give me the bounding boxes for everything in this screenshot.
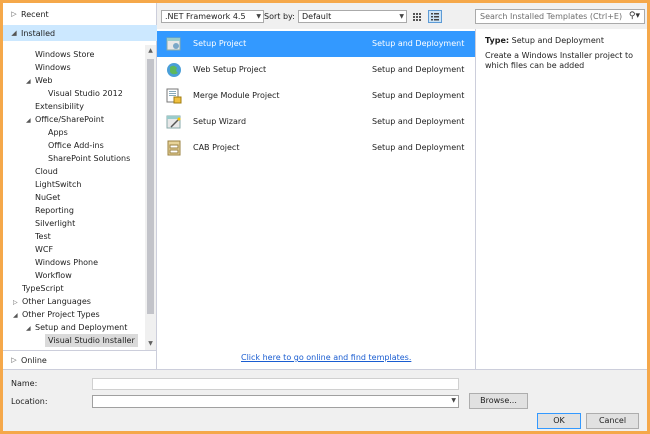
tree-item-typescript[interactable]: TypeScript	[22, 282, 64, 295]
template-item-setup-wizard[interactable]: Setup Wizard Setup and Deployment	[157, 109, 475, 135]
divider	[3, 350, 157, 351]
template-item-merge-module-project[interactable]: Merge Module Project Setup and Deploymen…	[157, 83, 475, 109]
location-select[interactable]: ▼	[92, 395, 459, 408]
tree-item-web[interactable]: ◢ Web	[26, 74, 52, 87]
template-item-cab-project[interactable]: CAB Project Setup and Deployment	[157, 135, 475, 161]
dropdown-arrow-icon: ▼	[256, 13, 261, 20]
search-icon[interactable]: ⚲▾	[629, 10, 640, 23]
section-recent-label: Recent	[21, 9, 49, 19]
new-project-dialog: ▷ Recent ◢ Installed Windows Store Windo…	[3, 3, 647, 431]
setup-project-icon	[166, 37, 181, 51]
tree-item-silverlight[interactable]: Silverlight	[35, 217, 75, 230]
template-toolbar: .NET Framework 4.5 ▼ Sort by: Default ▼ …	[157, 3, 647, 29]
tree-item-extensibility[interactable]: Extensibility	[35, 100, 84, 113]
type-value: Setup and Deployment	[511, 36, 604, 45]
template-tree-pane: ▷ Recent ◢ Installed Windows Store Windo…	[3, 3, 157, 369]
tree-item-other-project-types[interactable]: ◢ Other Project Types	[13, 308, 100, 321]
expand-arrow-icon[interactable]: ▷	[9, 356, 19, 364]
section-installed[interactable]: ◢ Installed	[3, 25, 157, 41]
template-description-text: Create a Windows Installer project to wh…	[485, 51, 633, 70]
framework-select[interactable]: .NET Framework 4.5 ▼	[161, 10, 264, 23]
tree-item-windows-phone[interactable]: Windows Phone	[35, 256, 98, 269]
tree-item-setup-and-deployment[interactable]: ◢ Setup and Deployment	[26, 321, 127, 334]
small-icons-view-button[interactable]	[410, 10, 424, 23]
template-description-pane: Type: Setup and Deployment Create a Wind…	[475, 29, 647, 369]
framework-select-value: .NET Framework 4.5	[165, 12, 246, 21]
tree-item-wcf[interactable]: WCF	[35, 243, 53, 256]
template-category: Setup and Deployment	[372, 117, 465, 126]
template-name: Setup Wizard	[193, 117, 247, 126]
tree-item-test[interactable]: Test	[35, 230, 51, 243]
name-label: Name:	[11, 379, 38, 388]
cancel-button[interactable]: Cancel	[586, 413, 639, 429]
find-online-templates-link[interactable]: Click here to go online and find templat…	[241, 353, 411, 362]
search-templates-input[interactable]: Search Installed Templates (Ctrl+E) ⚲▾	[475, 9, 645, 24]
project-form: Name: Location: ▼ Browse... OK Cancel	[3, 369, 647, 431]
cab-project-icon	[167, 140, 181, 156]
tree-item-windows-store[interactable]: Windows Store	[35, 48, 94, 61]
template-name: Merge Module Project	[193, 91, 280, 100]
section-online-label: Online	[21, 355, 47, 365]
list-view-icon	[431, 13, 439, 21]
template-item-setup-project[interactable]: Setup Project Setup and Deployment	[157, 31, 475, 57]
template-type: Type: Setup and Deployment	[485, 36, 604, 45]
section-recent[interactable]: ▷ Recent	[3, 6, 157, 22]
tree-item-other-languages[interactable]: ▷ Other Languages	[13, 295, 91, 308]
tree-item-workflow[interactable]: Workflow	[35, 269, 72, 282]
scrollbar-thumb[interactable]	[147, 59, 154, 314]
merge-module-icon	[166, 88, 182, 104]
details-view-button[interactable]	[428, 10, 442, 23]
sort-by-label: Sort by:	[264, 12, 295, 21]
ok-button[interactable]: OK	[537, 413, 581, 429]
tree-item-sharepoint-solutions[interactable]: SharePoint Solutions	[48, 152, 130, 165]
template-name: Web Setup Project	[193, 65, 267, 74]
web-setup-icon	[167, 63, 181, 77]
collapse-arrow-icon[interactable]: ◢	[26, 114, 35, 127]
dropdown-arrow-icon: ▼	[451, 397, 456, 404]
section-online[interactable]: ▷ Online	[3, 352, 157, 368]
tree-item-nuget[interactable]: NuGet	[35, 191, 60, 204]
tree-item-cloud[interactable]: Cloud	[35, 165, 58, 178]
tree-item-windows[interactable]: Windows	[35, 61, 71, 74]
collapse-arrow-icon[interactable]: ◢	[9, 29, 19, 37]
sort-select-value: Default	[302, 12, 332, 21]
search-placeholder: Search Installed Templates (Ctrl+E)	[480, 12, 623, 21]
tree-item-office-add-ins[interactable]: Office Add-ins	[48, 139, 104, 152]
collapse-arrow-icon[interactable]: ◢	[26, 75, 35, 88]
browse-button[interactable]: Browse...	[469, 393, 528, 409]
location-label: Location:	[11, 397, 48, 406]
collapse-arrow-icon[interactable]: ◢	[26, 322, 35, 335]
collapse-arrow-icon[interactable]: ◢	[13, 309, 22, 322]
template-name: Setup Project	[193, 39, 247, 48]
tree-item-visual-studio-installer[interactable]: Visual Studio Installer	[45, 334, 138, 347]
template-name: CAB Project	[193, 143, 240, 152]
template-item-web-setup-project[interactable]: Web Setup Project Setup and Deployment	[157, 57, 475, 83]
tree-item-visual-studio-2012[interactable]: Visual Studio 2012	[48, 87, 123, 100]
template-tree: Windows Store Windows ◢ Web Visual Studio…	[3, 45, 145, 350]
template-category: Setup and Deployment	[372, 65, 465, 74]
setup-wizard-icon	[166, 115, 181, 129]
sort-select[interactable]: Default ▼	[298, 10, 407, 23]
scroll-down-arrow-icon[interactable]: ▼	[145, 340, 156, 347]
tree-item-apps[interactable]: Apps	[48, 126, 68, 139]
project-name-input[interactable]	[92, 378, 459, 390]
tree-item-reporting[interactable]: Reporting	[35, 204, 74, 217]
template-category: Setup and Deployment	[372, 39, 465, 48]
grid-view-icon	[413, 13, 421, 21]
tree-item-lightswitch[interactable]: LightSwitch	[35, 178, 81, 191]
type-label: Type:	[485, 36, 510, 45]
scroll-up-arrow-icon[interactable]: ▲	[145, 47, 156, 54]
template-category: Setup and Deployment	[372, 91, 465, 100]
expand-arrow-icon[interactable]: ▷	[9, 10, 19, 18]
template-list: Setup Project Setup and Deployment Web S…	[157, 29, 475, 369]
tree-item-office-sharepoint[interactable]: ◢ Office/SharePoint	[26, 113, 104, 126]
template-category: Setup and Deployment	[372, 143, 465, 152]
dropdown-arrow-icon: ▼	[399, 13, 404, 20]
section-installed-label: Installed	[21, 28, 56, 38]
tree-scrollbar[interactable]: ▲ ▼	[145, 45, 156, 350]
